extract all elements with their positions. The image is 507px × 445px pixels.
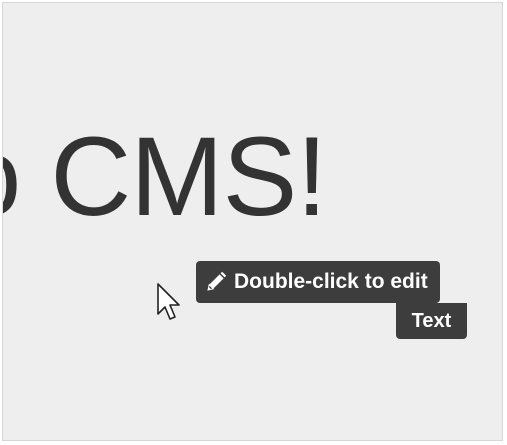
pencil-icon: [204, 270, 228, 294]
edit-tooltip-type: Text: [396, 303, 467, 339]
edit-tooltip-label: Double-click to edit: [234, 270, 428, 293]
page-canvas: o CMS! Double-click to edit Text: [2, 2, 503, 441]
page-headline[interactable]: o CMS!: [3, 121, 327, 233]
arrow-cursor-icon: [156, 282, 182, 324]
edit-tooltip-type-label: Text: [411, 309, 452, 332]
edit-tooltip: Double-click to edit: [196, 261, 440, 303]
